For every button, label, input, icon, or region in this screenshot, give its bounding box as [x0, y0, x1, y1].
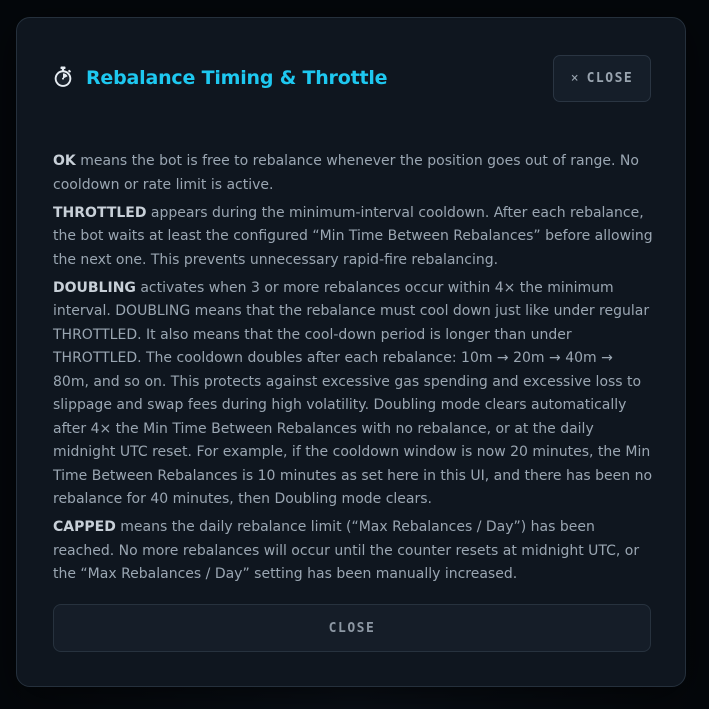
dialog-header: Rebalance Timing & Throttle × CLOSE: [53, 54, 651, 104]
rebalance-timing-dialog: Rebalance Timing & Throttle × CLOSE OK m…: [16, 17, 686, 687]
status-term: CAPPED: [53, 519, 116, 535]
close-footer-button[interactable]: CLOSE: [53, 604, 651, 652]
status-description-ok: OK means the bot is free to rebalance wh…: [53, 150, 653, 197]
status-term: THROTTLED: [53, 204, 147, 221]
status-description-throttled: THROTTLED appears during the minimum-int…: [53, 202, 653, 273]
close-icon: ×: [570, 71, 579, 86]
status-text: activates when 3 or more rebalances occu…: [53, 279, 653, 508]
dialog-body: OK means the bot is free to rebalance wh…: [53, 150, 653, 591]
status-term: DOUBLING: [53, 279, 136, 296]
status-text: means the bot is free to rebalance whene…: [53, 153, 639, 193]
close-button[interactable]: × CLOSE: [553, 55, 651, 102]
status-description-doubling: DOUBLING activates when 3 or more rebala…: [53, 277, 653, 512]
status-text: means the daily rebalance limit (“Max Re…: [53, 519, 640, 582]
close-footer-label: CLOSE: [328, 620, 376, 636]
close-button-label: CLOSE: [586, 71, 634, 86]
dialog-title: Rebalance Timing & Throttle: [86, 67, 388, 89]
stopwatch-icon: [53, 66, 73, 88]
status-term: OK: [53, 153, 76, 169]
status-description-capped: CAPPED means the daily rebalance limit (…: [53, 516, 653, 587]
